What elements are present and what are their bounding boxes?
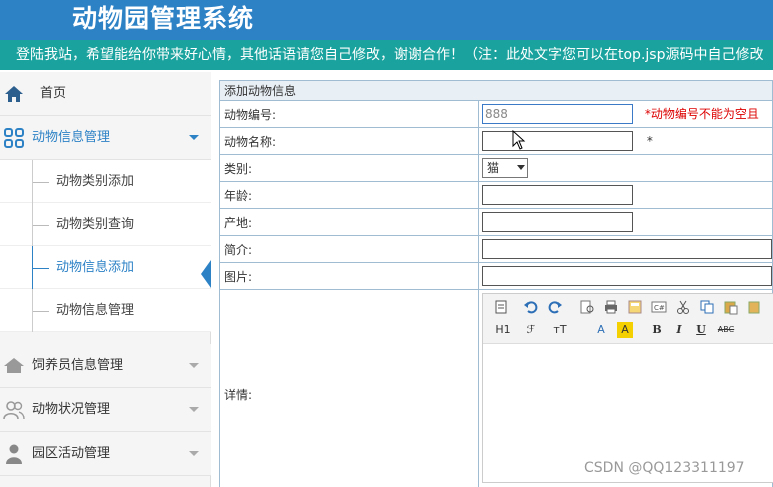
label-intro: 简介: — [219, 235, 479, 263]
tree-branch — [33, 268, 49, 269]
app-title: 动物园管理系统 — [72, 4, 255, 33]
sidebar-item-status[interactable]: 动物状况管理 — [0, 388, 211, 432]
main-content: 添加动物信息 动物编号: *动物编号不能为空且 动物名称: * 类别: 猫 — [219, 80, 773, 487]
editor-toolbar: C# H1 ℱ тT A A B I U ABC — [483, 294, 773, 344]
value-cell-detail: C# H1 ℱ тT A A B I U ABC — [478, 289, 773, 487]
value-cell-code: *动物编号不能为空且 — [478, 100, 773, 128]
user-icon — [6, 444, 22, 464]
category-select[interactable]: 猫 — [482, 158, 528, 178]
redo-icon[interactable] — [547, 299, 563, 315]
submenu-item-animal-add[interactable]: 动物信息添加 — [0, 246, 211, 289]
heading-dropdown[interactable]: H1 — [491, 322, 515, 338]
template-icon[interactable] — [627, 299, 643, 315]
submenu-item-label: 动物类别添加 — [56, 174, 135, 189]
highlight-button[interactable]: A — [617, 322, 633, 338]
label-origin: 产地: — [219, 208, 479, 236]
rich-text-editor: C# H1 ℱ тT A A B I U ABC — [482, 293, 773, 483]
submenu-item-animal-manage[interactable]: 动物信息管理 — [0, 289, 211, 332]
submenu-animal-info: 动物类别添加 动物类别查询 动物信息添加 动物信息管理 — [0, 160, 211, 332]
watermark: CSDN @QQ123311197 — [584, 460, 745, 476]
font-color-button[interactable]: A — [593, 322, 609, 338]
origin-input[interactable] — [482, 212, 633, 232]
undo-icon[interactable] — [523, 299, 539, 315]
name-required-mark: * — [646, 134, 653, 148]
dropdown-arrow-icon — [517, 165, 525, 170]
chevron-down-icon — [189, 363, 199, 368]
sidebar-item-status-label: 动物状况管理 — [32, 402, 111, 417]
underline-button[interactable]: U — [693, 322, 709, 338]
print-icon[interactable] — [603, 299, 619, 315]
tree-branch — [33, 311, 49, 312]
value-cell-origin — [478, 208, 773, 236]
users-icon — [3, 401, 25, 420]
image-input[interactable] — [482, 266, 772, 286]
sidebar-item-activity[interactable]: 园区活动管理 — [0, 432, 211, 476]
mouse-cursor-icon — [512, 130, 526, 150]
chevron-down-icon — [189, 135, 199, 140]
submenu-item-label: 动物信息管理 — [56, 303, 135, 318]
sidebar-item-keeper[interactable]: 饲养员信息管理 — [0, 344, 211, 388]
submenu-item-category-add[interactable]: 动物类别添加 — [0, 160, 211, 203]
value-cell-intro — [478, 235, 773, 263]
value-cell-age — [478, 181, 773, 209]
sidebar-item-animal-info-label: 动物信息管理 — [32, 130, 111, 145]
paste-word-icon[interactable] — [747, 299, 763, 315]
font-size-dropdown[interactable]: тT — [549, 322, 571, 338]
label-image: 图片: — [219, 262, 479, 290]
label-detail: 详情: — [219, 289, 479, 487]
cut-icon[interactable] — [675, 299, 691, 315]
intro-input[interactable] — [482, 239, 772, 259]
sidebar: 首页 动物信息管理 动物类别添加 动物类别查询 动物信息添加 动物信息管理 饲养… — [0, 72, 211, 487]
home-icon — [5, 86, 23, 102]
label-name: 动物名称: — [219, 127, 479, 155]
category-selected-value: 猫 — [487, 161, 500, 175]
chevron-down-icon — [189, 451, 199, 456]
value-cell-category: 猫 — [478, 154, 773, 182]
add-animal-form: 添加动物信息 动物编号: *动物编号不能为空且 动物名称: * 类别: 猫 — [219, 80, 773, 487]
strikethrough-button[interactable]: ABC — [715, 322, 737, 338]
submenu-item-label: 动物信息添加 — [56, 260, 135, 275]
source-icon[interactable] — [493, 299, 509, 315]
svg-text:C#: C# — [654, 304, 665, 312]
label-age: 年龄: — [219, 181, 479, 209]
chevron-down-icon — [189, 407, 199, 412]
value-cell-image — [478, 262, 773, 290]
age-input[interactable] — [482, 185, 633, 205]
sidebar-item-home-label: 首页 — [40, 86, 67, 101]
submenu-item-category-query[interactable]: 动物类别查询 — [0, 203, 211, 246]
animal-name-input[interactable] — [482, 131, 633, 151]
animal-code-input[interactable] — [482, 104, 633, 124]
tree-branch — [33, 225, 49, 226]
sidebar-item-activity-label: 园区活动管理 — [32, 446, 111, 461]
submenu-item-label: 动物类别查询 — [56, 217, 135, 232]
grid-icon — [4, 128, 24, 148]
marquee-banner: 登陆我站，希望能给你带来好心情，其他话语请您自己修改，谢谢合作！（注：此处文字您… — [0, 40, 773, 70]
code-icon[interactable]: C# — [651, 299, 667, 315]
font-family-dropdown[interactable]: ℱ — [521, 322, 541, 338]
sidebar-item-animal-info[interactable]: 动物信息管理 — [0, 116, 211, 160]
code-error-text: *动物编号不能为空且 — [644, 107, 759, 121]
house-icon — [4, 358, 24, 373]
label-category: 类别: — [219, 154, 479, 182]
bold-button[interactable]: B — [649, 322, 665, 338]
paste-icon[interactable] — [723, 299, 739, 315]
preview-icon[interactable] — [579, 299, 595, 315]
active-indicator-icon — [201, 260, 211, 288]
sidebar-item-home[interactable]: 首页 — [0, 72, 211, 116]
italic-button[interactable]: I — [671, 322, 687, 338]
form-caption: 添加动物信息 — [219, 80, 773, 101]
copy-icon[interactable] — [699, 299, 715, 315]
top-header: 动物园管理系统 — [0, 0, 773, 40]
label-code: 动物编号: — [219, 100, 479, 128]
tree-branch — [33, 182, 49, 183]
sidebar-item-keeper-label: 饲养员信息管理 — [32, 358, 124, 373]
